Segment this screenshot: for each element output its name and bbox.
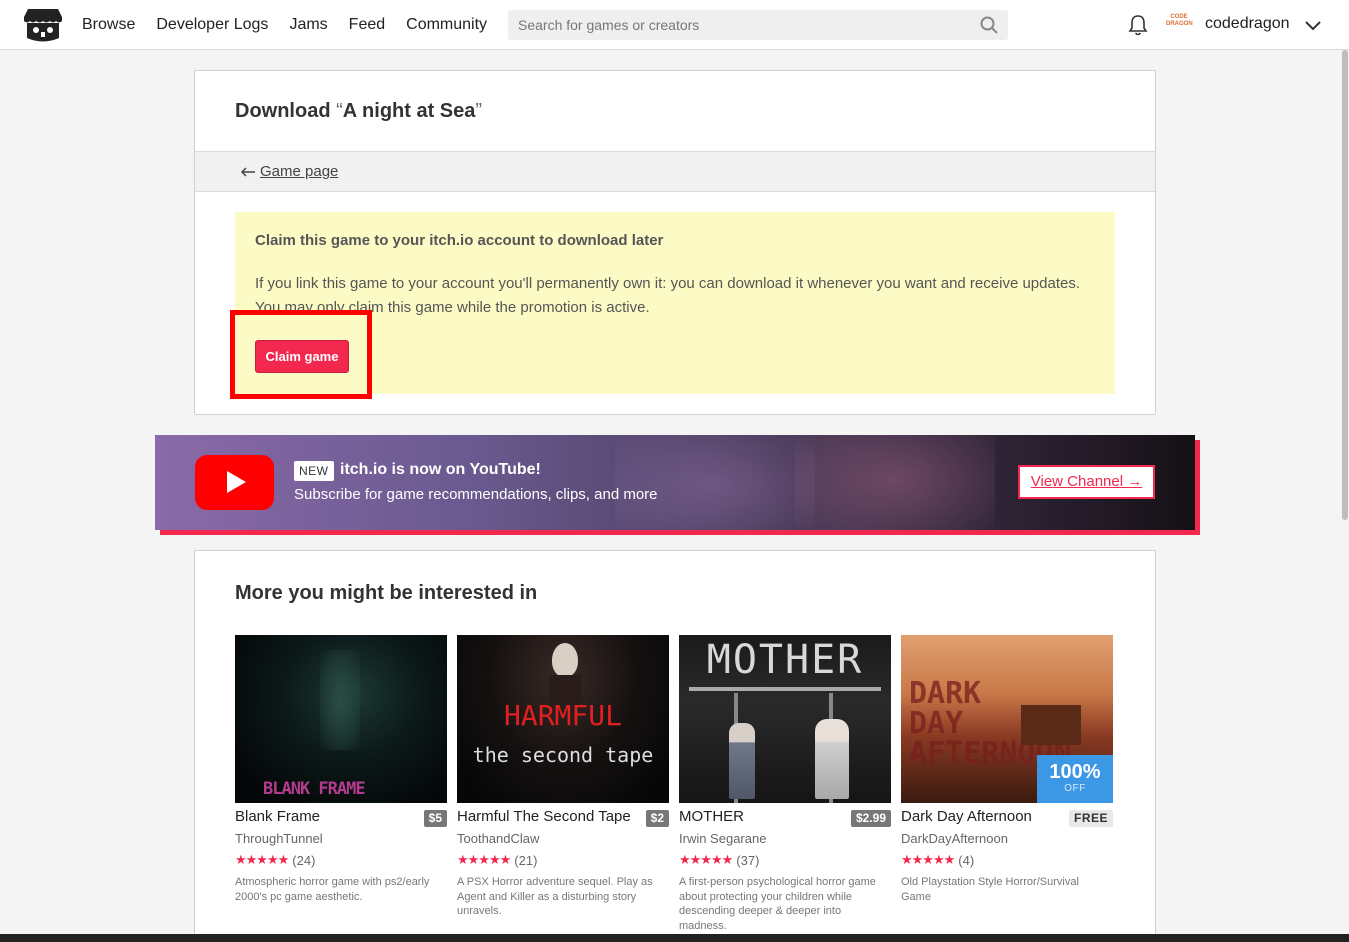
game-page-link[interactable]: Game page (240, 163, 338, 180)
new-badge: NEW (294, 461, 334, 481)
rating-count: (24) (292, 852, 316, 868)
game-title[interactable]: Harmful The Second Tape (457, 808, 631, 825)
search-bar (508, 10, 1008, 40)
game-author[interactable]: ThroughTunnel (235, 831, 323, 846)
game-page-label: Game page (260, 163, 339, 180)
thumb-child-figure (815, 719, 849, 799)
price-badge: FREE (1068, 810, 1113, 827)
view-channel-button[interactable]: View Channel → (1018, 465, 1155, 499)
nav-jams[interactable]: Jams (289, 16, 327, 34)
game-author[interactable]: ToothandClaw (457, 831, 539, 846)
nav-feed[interactable]: Feed (349, 16, 385, 34)
nav-browse[interactable]: Browse (82, 16, 135, 34)
thumb-logo-text: MOTHER (706, 637, 864, 683)
thumb-logo-text: BLANK FRAME (263, 779, 366, 799)
rating-count: (21) (514, 852, 538, 868)
chevron-down-icon[interactable] (1304, 16, 1322, 34)
page-title: Download “A night at Sea” (235, 100, 482, 123)
star-rating-icon: ★★★★★ (457, 852, 511, 867)
sale-off: OFF (1064, 783, 1086, 794)
itchio-logo-icon[interactable] (24, 7, 62, 43)
recommendations-title: More you might be interested in (235, 582, 538, 604)
price-badge: $2.99 (850, 810, 891, 827)
rating-count: (4) (958, 852, 975, 868)
thumb-figure (320, 650, 360, 750)
rating: ★★★★★ (37) (679, 852, 759, 868)
banner-title: itch.io is now on YouTube! (340, 461, 541, 478)
game-thumbnail[interactable]: MOTHER (679, 635, 891, 803)
scrollbar-thumb[interactable] (1342, 50, 1348, 520)
claim-text: If you link this game to your account yo… (255, 275, 1080, 316)
rating: ★★★★★ (4) (901, 852, 974, 868)
nav-community[interactable]: Community (406, 16, 487, 34)
arrow-left-icon (240, 166, 255, 177)
username[interactable]: codedragon (1205, 15, 1290, 33)
recommendations-card: More you might be interested in BLANK FR… (194, 550, 1156, 942)
banner-glow (795, 435, 995, 530)
highlight-box (230, 310, 372, 399)
thumb-building (1021, 705, 1081, 745)
search-input[interactable] (508, 17, 968, 33)
back-bar: Game page (195, 151, 1155, 192)
search-icon[interactable] (980, 16, 998, 34)
thumb-logo-text: HARMFUL (503, 699, 622, 732)
nav-developer-logs[interactable]: Developer Logs (156, 16, 268, 34)
bell-icon[interactable] (1128, 14, 1148, 36)
avatar[interactable]: CODE DRAGON (1166, 14, 1193, 36)
game-author[interactable]: DarkDayAfternoon (901, 831, 1008, 846)
game-thumbnail[interactable]: HARMFUL the second tape (457, 635, 669, 803)
game-title[interactable]: Blank Frame (235, 808, 320, 825)
game-grid: BLANK FRAME Blank Frame $5 ThroughTunnel… (235, 635, 1115, 942)
close-quote: ” (475, 100, 483, 122)
price-badge: $2 (645, 810, 669, 827)
play-icon (227, 471, 246, 493)
game-title[interactable]: MOTHER (679, 808, 744, 825)
banner-glow (615, 435, 815, 530)
bottom-bar (0, 934, 1349, 942)
rating: ★★★★★ (21) (457, 852, 537, 868)
rating-count: (37) (736, 852, 760, 868)
game-name: A night at Sea (342, 100, 476, 122)
rating: ★★★★★ (24) (235, 852, 315, 868)
sale-percent: 100% (1049, 761, 1101, 783)
main-nav: Browse Developer Logs Jams Feed Communit… (82, 0, 508, 50)
youtube-banner[interactable]: NEW itch.io is now on YouTube! Subscribe… (155, 435, 1195, 530)
star-rating-icon: ★★★★★ (901, 852, 955, 867)
game-thumbnail[interactable]: DARK DAY AFTERNOON 100% OFF (901, 635, 1113, 803)
youtube-logo-icon (195, 455, 274, 510)
claim-heading: Claim this game to your itch.io account … (255, 232, 664, 249)
top-nav-bar: Browse Developer Logs Jams Feed Communit… (0, 0, 1349, 50)
price-badge: $5 (423, 810, 447, 827)
star-rating-icon: ★★★★★ (679, 852, 733, 867)
thumb-subtitle-text: the second tape (472, 743, 654, 767)
sale-badge: 100% OFF (1037, 755, 1113, 803)
banner-subtitle: Subscribe for game recommendations, clip… (294, 486, 658, 503)
game-thumbnail[interactable]: BLANK FRAME (235, 635, 447, 803)
title-prefix: Download (235, 100, 337, 122)
game-description: Old Playstation Style Horror/Survival Ga… (901, 876, 1079, 903)
thumb-logo-text: DARK DAY AFTERNOON (909, 676, 1072, 771)
page-scrollbar[interactable] (1340, 50, 1349, 934)
thumb-line (689, 687, 881, 691)
game-description: Atmospheric horror game with ps2/early 2… (235, 876, 430, 903)
game-description: A first-person psychological horror game… (679, 876, 876, 932)
thumb-mask (552, 643, 578, 677)
thumb-child-figure (729, 723, 755, 799)
game-author[interactable]: Irwin Segarane (679, 831, 766, 846)
game-title[interactable]: Dark Day Afternoon (901, 808, 1032, 825)
open-quote: “ (336, 100, 343, 122)
game-description: A PSX Horror adventure sequel. Play as A… (457, 876, 653, 917)
star-rating-icon: ★★★★★ (235, 852, 289, 867)
